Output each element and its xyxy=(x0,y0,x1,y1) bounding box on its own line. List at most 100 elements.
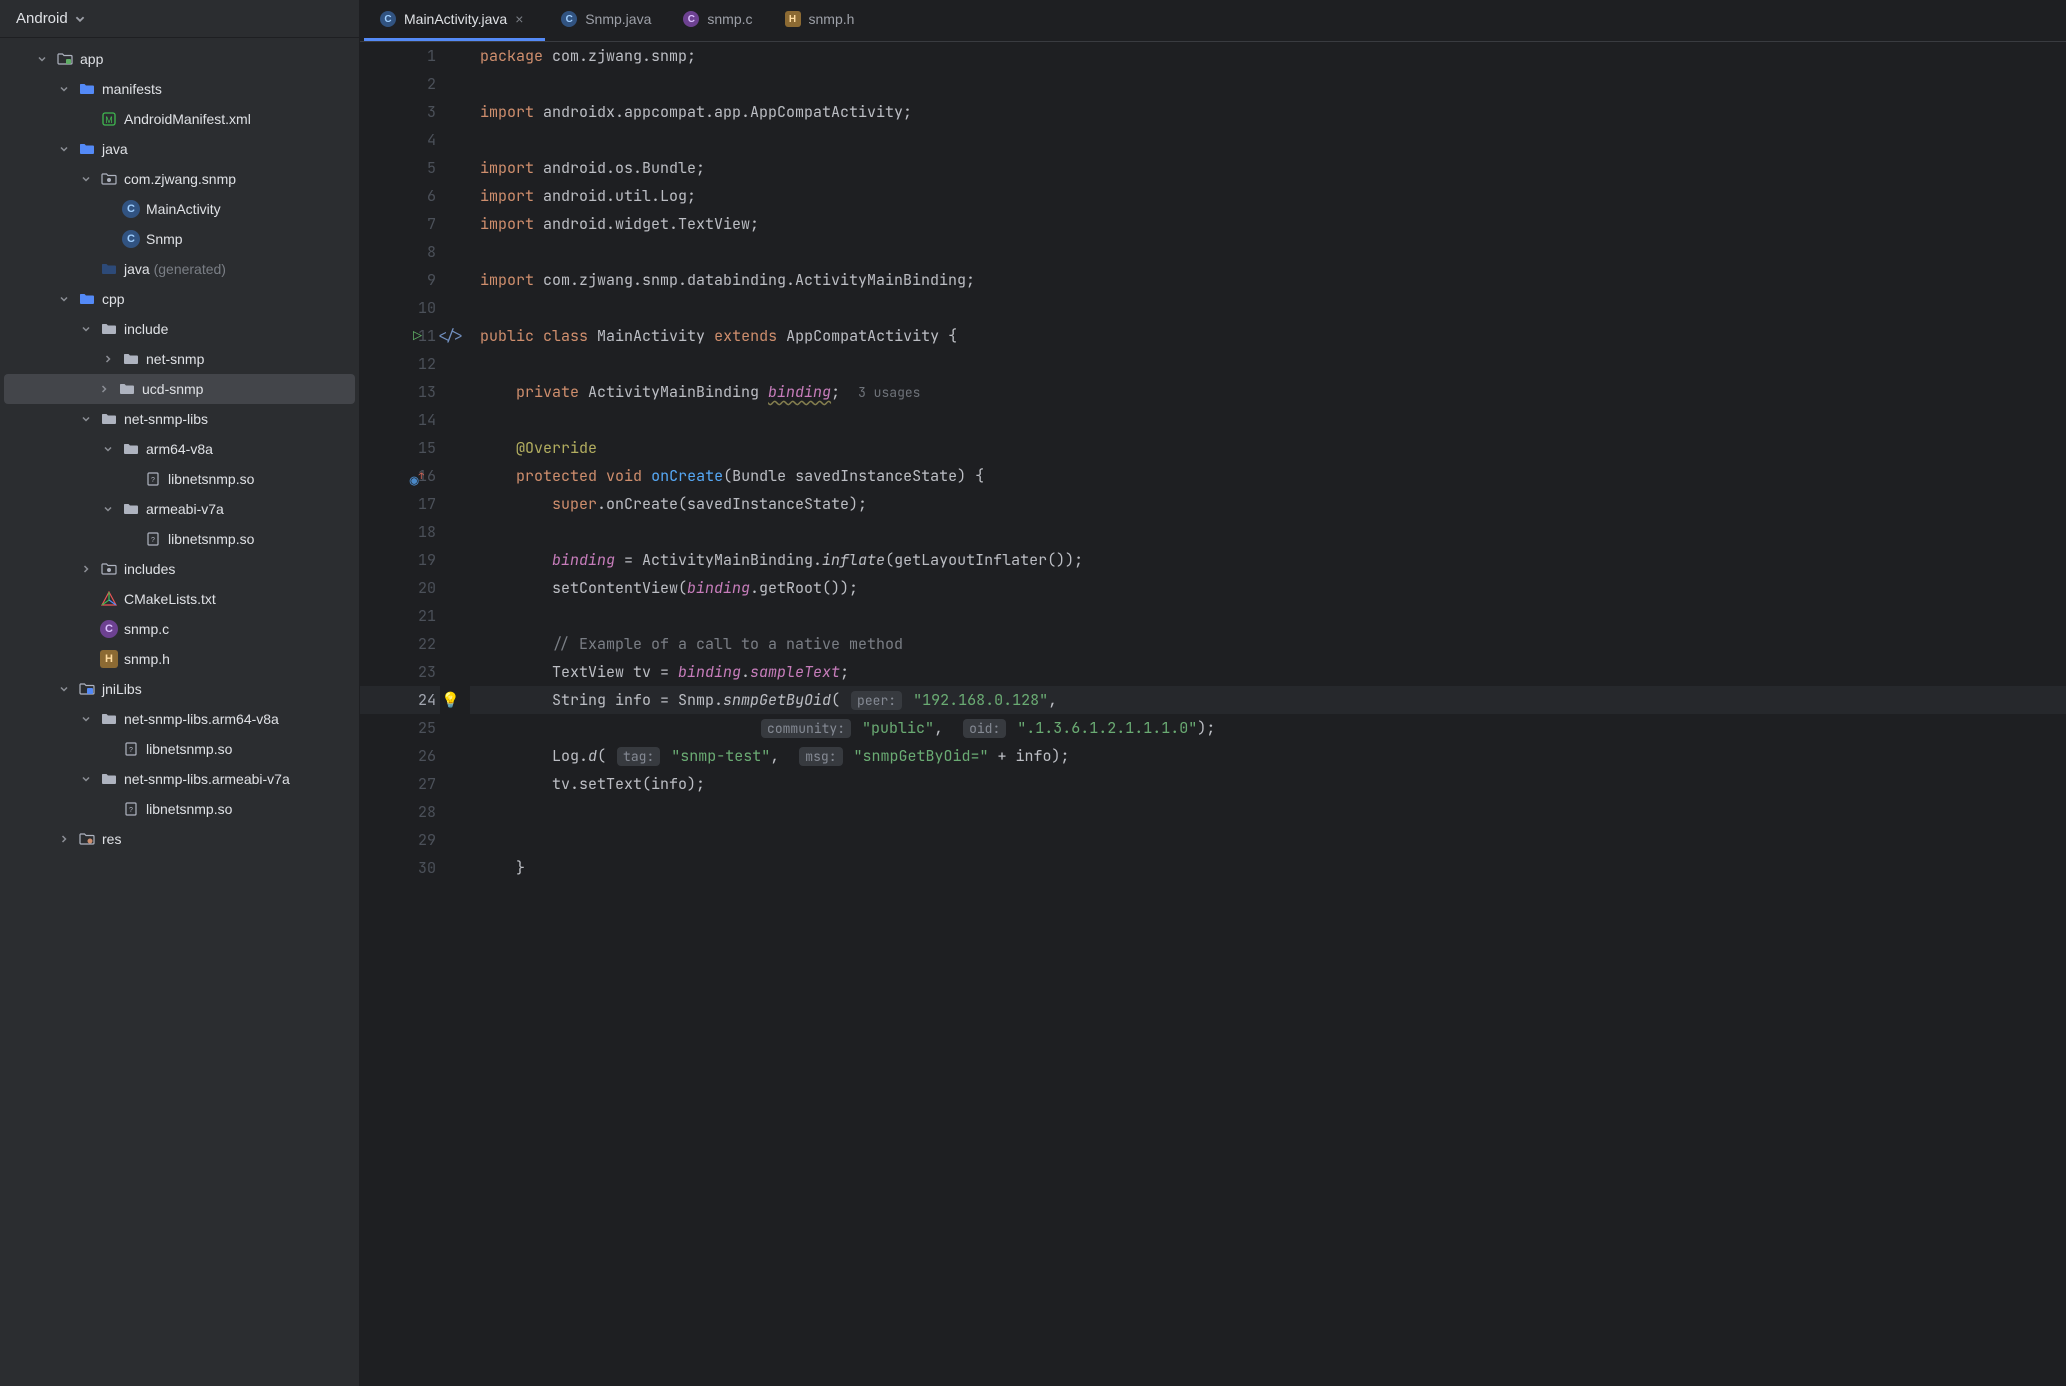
chevron-down-icon[interactable] xyxy=(100,441,116,457)
code-line[interactable]: package com.zjwang.snmp; xyxy=(470,42,2066,70)
code-line[interactable]: community: "public", oid: ".1.3.6.1.2.1.… xyxy=(470,714,2066,742)
code-line[interactable]: tv.setText(info); xyxy=(470,770,2066,798)
code-line[interactable]: String info = Snmp.snmpGetByOid( peer: "… xyxy=(470,686,2066,714)
code-line[interactable] xyxy=(470,798,2066,826)
chevron-down-icon[interactable] xyxy=(56,291,72,307)
line-number[interactable]: 23 xyxy=(360,658,440,686)
chevron-down-icon[interactable] xyxy=(78,771,94,787)
line-number[interactable]: 10 xyxy=(360,294,440,322)
tree-item[interactable]: manifests xyxy=(0,74,359,104)
chevron-right-icon[interactable] xyxy=(96,381,112,397)
tree-item[interactable]: com.zjwang.snmp xyxy=(0,164,359,194)
tree-item[interactable]: MAndroidManifest.xml xyxy=(0,104,359,134)
tree-item[interactable]: res xyxy=(0,824,359,854)
code-nav-icon[interactable]: </> xyxy=(437,322,464,350)
code-line[interactable]: binding = ActivityMainBinding.inflate(ge… xyxy=(470,546,2066,574)
code-line[interactable] xyxy=(470,238,2066,266)
line-number[interactable]: 20 xyxy=(360,574,440,602)
tree-item[interactable]: ?libnetsnmp.so xyxy=(0,464,359,494)
chevron-down-icon[interactable] xyxy=(34,51,50,67)
usages-hint[interactable]: 3 usages xyxy=(858,384,920,401)
line-number[interactable]: 25 xyxy=(360,714,440,742)
tree-item[interactable]: net-snmp-libs.arm64-v8a xyxy=(0,704,359,734)
editor-tab[interactable]: CMainActivity.java× xyxy=(364,0,545,41)
code-line[interactable]: import androidx.appcompat.app.AppCompatA… xyxy=(470,98,2066,126)
tree-item[interactable]: ?libnetsnmp.so xyxy=(0,524,359,554)
code-line[interactable] xyxy=(470,350,2066,378)
chevron-down-icon[interactable] xyxy=(56,681,72,697)
tree-item[interactable]: jniLibs xyxy=(0,674,359,704)
tree-item[interactable]: Csnmp.c xyxy=(0,614,359,644)
line-number[interactable]: 19 xyxy=(360,546,440,574)
code-line[interactable]: private ActivityMainBinding binding;3 us… xyxy=(470,378,2066,406)
code-line[interactable]: @Override xyxy=(470,434,2066,462)
line-number[interactable]: 24💡 xyxy=(360,686,440,714)
tree-item[interactable]: java xyxy=(0,134,359,164)
chevron-down-icon[interactable] xyxy=(100,501,116,517)
editor-tab[interactable]: Hsnmp.h xyxy=(769,0,871,41)
tree-item[interactable]: arm64-v8a xyxy=(0,434,359,464)
tree-item[interactable]: ?libnetsnmp.so xyxy=(0,794,359,824)
tree-item[interactable]: net-snmp xyxy=(0,344,359,374)
code-editor[interactable]: 1234567891011▷</>1213141516◉↑17181920212… xyxy=(360,42,2066,1386)
line-number[interactable]: 2 xyxy=(360,70,440,98)
code-line[interactable]: import android.util.Log; xyxy=(470,182,2066,210)
bulb-icon[interactable]: 💡 xyxy=(441,686,460,714)
line-number[interactable]: 4 xyxy=(360,126,440,154)
code-line[interactable] xyxy=(470,826,2066,854)
tree-item[interactable]: CMainActivity xyxy=(0,194,359,224)
tree-item[interactable]: cpp xyxy=(0,284,359,314)
code-line[interactable] xyxy=(470,70,2066,98)
line-number[interactable]: 3 xyxy=(360,98,440,126)
editor-tab[interactable]: Csnmp.c xyxy=(667,0,768,41)
chevron-right-icon[interactable] xyxy=(56,831,72,847)
line-number[interactable]: 12 xyxy=(360,350,440,378)
line-number[interactable]: 18 xyxy=(360,518,440,546)
line-number[interactable]: 13 xyxy=(360,378,440,406)
tree-item[interactable]: net-snmp-libs xyxy=(0,404,359,434)
editor-tabs[interactable]: CMainActivity.java×CSnmp.javaCsnmp.cHsnm… xyxy=(360,0,2066,42)
line-number[interactable]: 22 xyxy=(360,630,440,658)
line-number[interactable]: 28 xyxy=(360,798,440,826)
line-number[interactable]: 17 xyxy=(360,490,440,518)
chevron-down-icon[interactable] xyxy=(78,411,94,427)
tree-item[interactable]: ?libnetsnmp.so xyxy=(0,734,359,764)
tree-item[interactable]: CMakeLists.txt xyxy=(0,584,359,614)
gutter[interactable]: 1234567891011▷</>1213141516◉↑17181920212… xyxy=(360,42,470,1386)
code-line[interactable]: } xyxy=(470,854,2066,882)
code-line[interactable]: // Example of a call to a native method xyxy=(470,630,2066,658)
tree-item[interactable]: include xyxy=(0,314,359,344)
project-tree[interactable]: appmanifestsMAndroidManifest.xmljavacom.… xyxy=(0,38,359,1386)
line-number[interactable]: 27 xyxy=(360,770,440,798)
chevron-down-icon[interactable] xyxy=(78,711,94,727)
tree-item[interactable]: java (generated) xyxy=(0,254,359,284)
code-line[interactable]: public class MainActivity extends AppCom… xyxy=(470,322,2066,350)
tree-item[interactable]: armeabi-v7a xyxy=(0,494,359,524)
chevron-down-icon[interactable] xyxy=(78,171,94,187)
line-number[interactable]: 29 xyxy=(360,826,440,854)
chevron-down-icon[interactable] xyxy=(78,321,94,337)
line-number[interactable]: 1 xyxy=(360,42,440,70)
line-number[interactable]: 11▷</> xyxy=(360,322,440,350)
line-number[interactable]: 16◉↑ xyxy=(360,462,440,490)
tree-item[interactable]: Hsnmp.h xyxy=(0,644,359,674)
tree-item[interactable]: net-snmp-libs.armeabi-v7a xyxy=(0,764,359,794)
chevron-down-icon[interactable] xyxy=(56,141,72,157)
line-number[interactable]: 8 xyxy=(360,238,440,266)
code-line[interactable] xyxy=(470,406,2066,434)
code-line[interactable]: Log.d( tag: "snmp-test", msg: "snmpGetBy… xyxy=(470,742,2066,770)
code-line[interactable]: TextView tv = binding.sampleText; xyxy=(470,658,2066,686)
override-icon[interactable]: ◉↑ xyxy=(410,462,424,494)
code-lines[interactable]: package com.zjwang.snmp; import androidx… xyxy=(470,42,2066,1386)
sidebar-header[interactable]: Android xyxy=(0,0,359,38)
close-icon[interactable]: × xyxy=(515,11,529,27)
code-line[interactable]: import com.zjwang.snmp.databinding.Activ… xyxy=(470,266,2066,294)
code-line[interactable]: protected void onCreate(Bundle savedInst… xyxy=(470,462,2066,490)
code-line[interactable] xyxy=(470,518,2066,546)
chevron-right-icon[interactable] xyxy=(78,561,94,577)
line-number[interactable]: 6 xyxy=(360,182,440,210)
code-line[interactable] xyxy=(470,126,2066,154)
line-number[interactable]: 15 xyxy=(360,434,440,462)
code-line[interactable]: import android.os.Bundle; xyxy=(470,154,2066,182)
line-number[interactable]: 21 xyxy=(360,602,440,630)
